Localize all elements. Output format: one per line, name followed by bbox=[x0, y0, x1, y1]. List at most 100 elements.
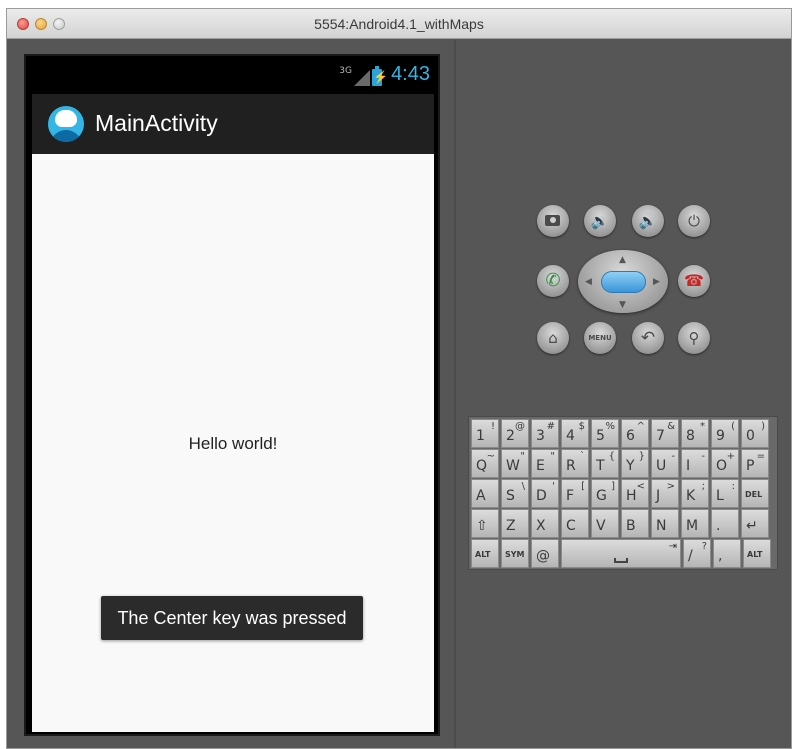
key-label: Q bbox=[476, 458, 488, 474]
dpad-right-button[interactable]: ▶ bbox=[653, 277, 660, 287]
key-k[interactable]: ; K bbox=[681, 479, 709, 508]
key-alt-right[interactable]: ALT bbox=[743, 539, 771, 568]
key-comma[interactable]: , bbox=[713, 539, 741, 568]
app-icon-face bbox=[55, 110, 77, 127]
key-enter[interactable]: ↵ bbox=[741, 509, 769, 538]
key-b[interactable]: B bbox=[621, 509, 649, 538]
home-button[interactable]: ⌂ bbox=[537, 322, 569, 354]
device-screen: 3G ⚡ 4:43 MainActivity Hello world! The … bbox=[24, 54, 440, 736]
dpad-down-button[interactable]: ▼ bbox=[619, 300, 626, 310]
app-icon[interactable] bbox=[48, 106, 84, 142]
key-9[interactable]: (9 bbox=[711, 419, 739, 448]
key-m[interactable]: M bbox=[681, 509, 709, 538]
emulator-window: 5554:Android4.1_withMaps 3G ⚡ 4:43 MainA… bbox=[6, 8, 792, 749]
hardware-keyboard: ! 1 @2 #3 $4 % 5 ^ 6 & 7 * 8 (9 ) 0 ~ Q " W " E `… bbox=[468, 416, 778, 570]
hello-world-text: Hello world! bbox=[188, 434, 278, 453]
key-label: Z bbox=[506, 518, 516, 534]
key-alt-label: ! bbox=[490, 421, 495, 432]
key-alt-label: @ bbox=[515, 421, 525, 432]
key-alt-label: ~ bbox=[486, 451, 495, 462]
key-label: L bbox=[716, 488, 724, 504]
key-j[interactable]: > J bbox=[651, 479, 679, 508]
key-5[interactable]: % 5 bbox=[591, 419, 619, 448]
key-f[interactable]: [F bbox=[561, 479, 589, 508]
key-3[interactable]: #3 bbox=[531, 419, 559, 448]
key-label: R bbox=[566, 458, 576, 474]
call-button[interactable]: ✆ bbox=[537, 265, 569, 297]
key-s[interactable]: \ S bbox=[501, 479, 529, 508]
key-slash[interactable]: ? / bbox=[683, 539, 711, 568]
key-label: O bbox=[716, 458, 728, 474]
key-label: SYM bbox=[505, 550, 525, 559]
dpad-up-button[interactable]: ▲ bbox=[619, 255, 626, 265]
key-a[interactable]: A bbox=[471, 479, 499, 508]
key-r[interactable]: ` R bbox=[561, 449, 589, 478]
key-x[interactable]: X bbox=[531, 509, 559, 538]
key-alt-label: % bbox=[605, 421, 615, 432]
power-button[interactable]: ⏻ bbox=[678, 205, 710, 237]
key-w[interactable]: " W bbox=[501, 449, 529, 478]
camera-button[interactable] bbox=[537, 205, 569, 237]
key-label: 1 bbox=[476, 428, 485, 444]
volume-down-button[interactable]: 🔉 bbox=[584, 205, 616, 237]
space-icon bbox=[614, 558, 628, 563]
key-g[interactable]: ] G bbox=[591, 479, 619, 508]
key-1[interactable]: ! 1 bbox=[471, 419, 499, 448]
key-label: 5 bbox=[596, 428, 605, 444]
key-t[interactable]: {T bbox=[591, 449, 619, 478]
end-call-button[interactable]: ☎ bbox=[678, 265, 710, 297]
key-delete[interactable]: DEL bbox=[741, 479, 769, 508]
key-label: V bbox=[596, 518, 606, 534]
key-at[interactable]: @ bbox=[531, 539, 559, 568]
key-label: P bbox=[746, 458, 755, 474]
key-shift[interactable]: ⇧ bbox=[471, 509, 499, 538]
key-8[interactable]: * 8 bbox=[681, 419, 709, 448]
key-sym[interactable]: SYM bbox=[501, 539, 529, 568]
key-label: E bbox=[536, 458, 545, 474]
key-d[interactable]: ' D bbox=[531, 479, 559, 508]
key-n[interactable]: N bbox=[651, 509, 679, 538]
key-2[interactable]: @2 bbox=[501, 419, 529, 448]
key-label: 0 bbox=[746, 428, 755, 444]
key-y[interactable]: } Y bbox=[621, 449, 649, 478]
key-alt-label: = bbox=[756, 451, 765, 462]
key-q[interactable]: ~ Q bbox=[471, 449, 499, 478]
key-period[interactable]: . bbox=[711, 509, 739, 538]
key-e[interactable]: " E bbox=[531, 449, 559, 478]
key-label: T bbox=[596, 458, 605, 474]
key-v[interactable]: V bbox=[591, 509, 619, 538]
key-u[interactable]: -U bbox=[651, 449, 679, 478]
key-4[interactable]: $4 bbox=[561, 419, 589, 448]
key-alt-label: " bbox=[520, 451, 525, 462]
panel-divider bbox=[454, 40, 456, 748]
key-alt-label: ; bbox=[701, 481, 705, 492]
key-7[interactable]: & 7 bbox=[651, 419, 679, 448]
back-button[interactable]: ↶ bbox=[632, 322, 664, 354]
key-h[interactable]: < H bbox=[621, 479, 649, 508]
menu-button[interactable]: MENU bbox=[584, 322, 616, 354]
key-alt-label: : bbox=[731, 481, 735, 492]
key-p[interactable]: = P bbox=[741, 449, 769, 478]
dpad[interactable]: ▲ ▼ ◀ ▶ bbox=[578, 250, 668, 313]
key-alt-label: - bbox=[701, 451, 705, 462]
key-alt-left[interactable]: ALT bbox=[471, 539, 499, 568]
key-space[interactable]: ⇥ bbox=[561, 539, 681, 568]
shift-icon: ⇧ bbox=[476, 518, 488, 534]
key-label: N bbox=[656, 518, 667, 534]
key-label: ALT bbox=[747, 550, 763, 559]
key-o[interactable]: + O bbox=[711, 449, 739, 478]
key-alt-label: * bbox=[700, 421, 705, 432]
key-6[interactable]: ^ 6 bbox=[621, 419, 649, 448]
signal-icon bbox=[354, 70, 370, 86]
search-button[interactable]: ⚲ bbox=[678, 322, 710, 354]
key-c[interactable]: C bbox=[561, 509, 589, 538]
key-z[interactable]: Z bbox=[501, 509, 529, 538]
key-0[interactable]: ) 0 bbox=[741, 419, 769, 448]
key-i[interactable]: -I bbox=[681, 449, 709, 478]
volume-up-button[interactable]: 🔊 bbox=[632, 205, 664, 237]
dpad-center-button[interactable] bbox=[601, 271, 646, 293]
key-label: J bbox=[656, 488, 661, 504]
key-l[interactable]: :L bbox=[711, 479, 739, 508]
dpad-left-button[interactable]: ◀ bbox=[585, 277, 592, 287]
battery-icon: ⚡ bbox=[372, 66, 388, 86]
